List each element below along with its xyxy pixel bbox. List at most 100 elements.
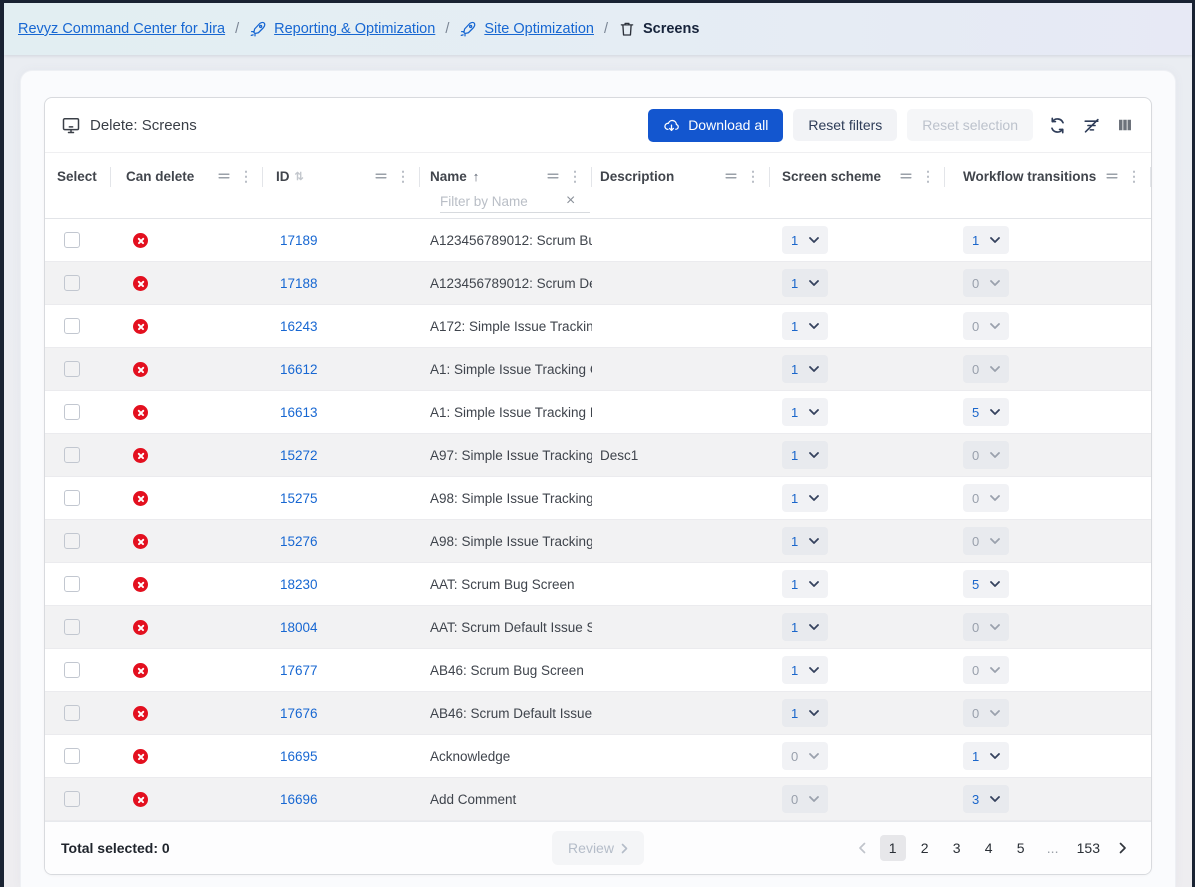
screen-scheme-dropdown[interactable]: 1	[782, 355, 828, 383]
breadcrumb-link-revyz-command-center[interactable]: Revyz Command Center for Jira	[18, 21, 225, 37]
column-menu-icon[interactable]: ⋮	[1127, 169, 1141, 183]
row-checkbox[interactable]	[64, 533, 80, 549]
workflow-transitions-dropdown[interactable]: 0	[963, 355, 1009, 383]
screen-scheme-dropdown[interactable]: 1	[782, 398, 828, 426]
pagination-page[interactable]: 153	[1072, 835, 1105, 861]
filter-lines-icon[interactable]	[1105, 169, 1119, 183]
pagination-page[interactable]: 4	[976, 835, 1002, 861]
screen-id-link[interactable]: 15276	[263, 534, 318, 549]
screen-id-link[interactable]: 18230	[263, 577, 318, 592]
row-checkbox[interactable]	[64, 705, 80, 721]
clear-filters-icon[interactable]	[1081, 115, 1101, 135]
workflow-transitions-dropdown[interactable]: 5	[963, 570, 1009, 598]
row-checkbox[interactable]	[64, 361, 80, 377]
filter-lines-icon[interactable]	[724, 169, 738, 183]
screen-scheme-dropdown[interactable]: 1	[782, 484, 828, 512]
table-row: 17677 AB46: Scrum Bug Screen 1 0	[45, 649, 1151, 692]
filter-lines-icon[interactable]	[374, 169, 388, 183]
column-menu-icon[interactable]: ⋮	[568, 169, 582, 183]
page-background: Delete: Screens Download all	[4, 55, 1192, 887]
filter-lines-icon[interactable]	[899, 169, 913, 183]
download-all-button[interactable]: Download all	[648, 109, 783, 142]
workflow-transitions-dropdown[interactable]: 3	[963, 785, 1009, 813]
row-checkbox[interactable]	[64, 748, 80, 764]
pagination-next-icon[interactable]	[1111, 835, 1135, 861]
breadcrumb-link-site-optimization[interactable]: Site Optimization	[484, 21, 594, 37]
row-checkbox[interactable]	[64, 619, 80, 635]
sort-ascending-icon[interactable]: ↑	[473, 169, 480, 184]
screen-scheme-cell: 1	[770, 613, 945, 641]
screen-id-link[interactable]: 16613	[263, 405, 318, 420]
workflow-transitions-dropdown[interactable]: 0	[963, 441, 1009, 469]
screen-scheme-dropdown[interactable]: 1	[782, 226, 828, 254]
screen-id-link[interactable]: 17188	[263, 276, 318, 291]
breadcrumb-link-reporting-optimization[interactable]: Reporting & Optimization	[274, 21, 435, 37]
row-checkbox[interactable]	[64, 791, 80, 807]
row-checkbox[interactable]	[64, 576, 80, 592]
reset-selection-button[interactable]: Reset selection	[907, 109, 1033, 141]
workflow-transitions-dropdown[interactable]: 0	[963, 527, 1009, 555]
row-checkbox[interactable]	[64, 275, 80, 291]
pagination-prev-icon[interactable]	[850, 835, 874, 861]
pagination-page[interactable]: 5	[1008, 835, 1034, 861]
sort-icon[interactable]: ⇅	[295, 170, 302, 183]
chevron-down-icon	[809, 366, 819, 372]
can-delete-cell	[111, 318, 263, 334]
filter-lines-icon[interactable]	[546, 169, 560, 183]
screen-scheme-dropdown[interactable]: 1	[782, 312, 828, 340]
screen-id-link[interactable]: 16695	[263, 749, 318, 764]
screen-scheme-dropdown[interactable]: 0	[782, 785, 828, 813]
screen-scheme-dropdown[interactable]: 1	[782, 656, 828, 684]
clear-filter-icon[interactable]: ×	[566, 193, 575, 209]
refresh-icon[interactable]	[1047, 115, 1067, 135]
column-menu-icon[interactable]: ⋮	[239, 169, 253, 183]
column-menu-icon[interactable]: ⋮	[921, 169, 935, 183]
workflow-transitions-dropdown[interactable]: 0	[963, 484, 1009, 512]
row-checkbox[interactable]	[64, 232, 80, 248]
column-menu-icon[interactable]: ⋮	[746, 169, 760, 183]
screen-scheme-dropdown[interactable]: 1	[782, 613, 828, 641]
screen-id-link[interactable]: 18004	[263, 620, 318, 635]
screen-scheme-dropdown[interactable]: 1	[782, 699, 828, 727]
workflow-transitions-dropdown[interactable]: 0	[963, 269, 1009, 297]
review-button[interactable]: Review	[552, 831, 644, 865]
screen-id-link[interactable]: 15275	[263, 491, 318, 506]
pagination-page[interactable]: 3	[944, 835, 970, 861]
workflow-transitions-dropdown[interactable]: 1	[963, 742, 1009, 770]
pagination-page[interactable]: 1	[880, 835, 906, 861]
select-cell	[45, 619, 111, 635]
screen-id-link[interactable]: 17189	[263, 233, 318, 248]
reset-filters-button[interactable]: Reset filters	[793, 109, 897, 141]
workflow-transitions-dropdown[interactable]: 0	[963, 656, 1009, 684]
workflow-transitions-dropdown[interactable]: 0	[963, 613, 1009, 641]
id-cell: 17189	[263, 233, 420, 248]
screen-id-link[interactable]: 16612	[263, 362, 318, 377]
screen-id-link[interactable]: 15272	[263, 448, 318, 463]
screen-scheme-dropdown[interactable]: 1	[782, 527, 828, 555]
row-checkbox[interactable]	[64, 447, 80, 463]
filter-lines-icon[interactable]	[217, 169, 231, 183]
row-checkbox[interactable]	[64, 490, 80, 506]
screen-scheme-dropdown[interactable]: 0	[782, 742, 828, 770]
workflow-transitions-dropdown[interactable]: 0	[963, 699, 1009, 727]
workflow-transitions-dropdown[interactable]: 5	[963, 398, 1009, 426]
chevron-down-icon	[809, 323, 819, 329]
screen-name: A98: Simple Issue Tracking (	[420, 491, 592, 506]
screen-id-link[interactable]: 17677	[263, 663, 318, 678]
screen-scheme-dropdown[interactable]: 1	[782, 441, 828, 469]
row-checkbox[interactable]	[64, 662, 80, 678]
screen-scheme-dropdown[interactable]: 1	[782, 269, 828, 297]
pagination-page[interactable]: 2	[912, 835, 938, 861]
columns-icon[interactable]	[1115, 115, 1135, 135]
screen-scheme-dropdown[interactable]: 1	[782, 570, 828, 598]
screen-id-link[interactable]: 17676	[263, 706, 318, 721]
name-filter-input[interactable]	[440, 194, 566, 209]
screen-id-link[interactable]: 16696	[263, 792, 318, 807]
workflow-transitions-dropdown[interactable]: 0	[963, 312, 1009, 340]
row-checkbox[interactable]	[64, 318, 80, 334]
column-menu-icon[interactable]: ⋮	[396, 169, 410, 183]
workflow-transitions-dropdown[interactable]: 1	[963, 226, 1009, 254]
row-checkbox[interactable]	[64, 404, 80, 420]
screen-id-link[interactable]: 16243	[263, 319, 318, 334]
cannot-delete-icon	[133, 792, 148, 807]
